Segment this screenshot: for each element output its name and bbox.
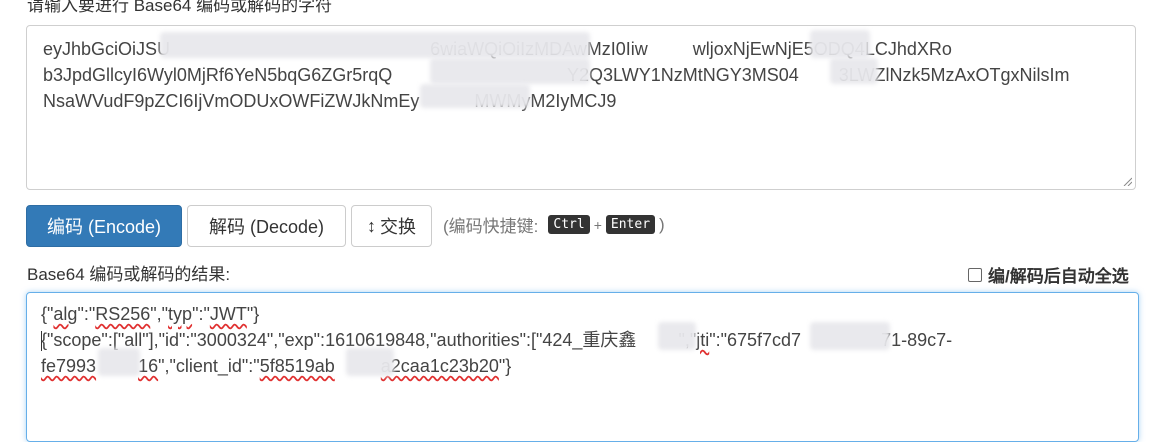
swap-label: 交换	[380, 217, 416, 237]
redaction-blur	[658, 322, 696, 350]
resize-handle-icon[interactable]	[1122, 176, 1132, 186]
swap-button[interactable]: ↕ 交换	[351, 205, 432, 247]
ctrl-key: Ctrl	[548, 215, 590, 234]
enter-key: Enter	[605, 215, 656, 234]
output-line-payload-cont: fe7993 16","client_id":"5f8519ab a2caa1c23…	[41, 356, 512, 376]
output-line-header: {"alg":"RS256","typ":"JWT"}	[41, 304, 260, 324]
hint-plus: +	[593, 216, 602, 233]
hint-prefix: (编码快捷键:	[443, 217, 539, 236]
output-textarea[interactable]: {"alg":"RS256","typ":"JWT"} {"scope":["a…	[26, 292, 1139, 442]
encode-button[interactable]: 编码 (Encode)	[26, 205, 182, 247]
decode-button[interactable]: 解码 (Decode)	[187, 205, 346, 247]
redaction-blur	[830, 58, 878, 84]
redaction-blur	[810, 322, 890, 350]
result-label: Base64 编码或解码的结果:	[27, 265, 231, 284]
redaction-blur	[160, 32, 590, 58]
shortcut-hint: (编码快捷键: Ctrl + Enter )	[443, 212, 665, 237]
output-line-payload: {"scope":["all"],"id":"3000324","exp":16…	[41, 330, 953, 352]
redaction-blur	[420, 84, 530, 108]
input-label: 请输入要进行 Base64 编码或解码的字符	[27, 0, 333, 15]
swap-icon: ↕	[367, 215, 376, 236]
hint-suffix: )	[659, 214, 665, 234]
input-line: NsaWVudF9pZCI6IjVmODUxOWFiZWJkNmEy MWMyM…	[43, 91, 617, 111]
redaction-blur	[98, 348, 140, 376]
auto-select-toggle[interactable]: 编/解码后自动全选	[968, 262, 1129, 287]
redaction-blur	[346, 348, 394, 376]
redaction-blur	[430, 58, 590, 84]
auto-select-checkbox[interactable]	[968, 267, 982, 282]
redaction-blur	[810, 30, 870, 58]
auto-select-label: 编/解码后自动全选	[988, 267, 1129, 286]
